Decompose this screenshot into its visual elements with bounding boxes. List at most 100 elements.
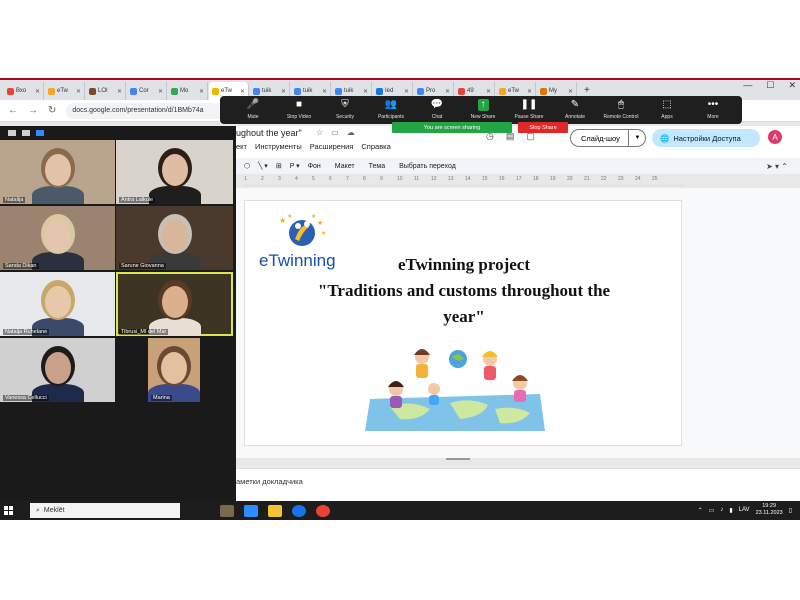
minimize-icon[interactable] bbox=[8, 130, 16, 136]
clock[interactable]: 19:29 23.11.2023 bbox=[756, 503, 783, 517]
participant-video-tile[interactable]: Vanessa Cellucci bbox=[0, 338, 115, 402]
browser-tab[interactable]: eTw ✕ bbox=[45, 82, 85, 100]
close-icon[interactable]: ✕ bbox=[240, 88, 245, 95]
speaker-view-icon[interactable] bbox=[36, 130, 44, 136]
participant-video-tile[interactable]: Tibrusi_MI del Mar bbox=[116, 272, 233, 336]
volume-icon[interactable]: ♪ bbox=[720, 507, 723, 513]
close-icon[interactable]: ✕ bbox=[445, 88, 450, 95]
slide[interactable]: ★ ★ ★ ★ ★ eTwinning eTwinning project "T… bbox=[244, 200, 682, 446]
forward-arrow-icon[interactable]: → bbox=[28, 105, 38, 116]
speaker-notes[interactable]: аметки докладчика bbox=[236, 468, 800, 501]
notes-resize-handle[interactable] bbox=[446, 458, 470, 460]
document-title[interactable]: ughout the year" bbox=[236, 128, 302, 138]
zoom-button-label: Participants bbox=[377, 114, 405, 120]
participant-video-tile[interactable]: Natalija bbox=[0, 140, 115, 204]
notification-icon[interactable]: ▯ bbox=[789, 507, 792, 514]
zoom-mute-button[interactable]: 🎤 Mute bbox=[230, 99, 276, 120]
close-icon[interactable]: ✕ bbox=[199, 88, 204, 95]
toolbar-button[interactable]: Фон bbox=[308, 163, 321, 170]
browser-tab[interactable]: Mo ✕ bbox=[168, 82, 208, 100]
line-icon[interactable]: ╲ ▾ bbox=[258, 162, 268, 170]
close-icon[interactable]: ✕ bbox=[281, 88, 286, 95]
zoom-stop-video-button[interactable]: ■ Stop Video bbox=[276, 99, 322, 120]
tab-favicon-icon bbox=[48, 87, 55, 95]
zoom-chat-button[interactable]: 💬 Chat bbox=[414, 99, 460, 120]
back-arrow-icon[interactable]: ← bbox=[8, 105, 18, 116]
chevron-up-icon[interactable]: ⌃ bbox=[698, 507, 703, 514]
chat-icon: 💬 bbox=[430, 99, 444, 110]
toolbar-button[interactable]: Макет bbox=[335, 163, 355, 170]
browser-tab[interactable]: LOI ✕ bbox=[86, 82, 126, 100]
close-icon[interactable]: ✕ bbox=[788, 80, 796, 91]
participant-video-tile[interactable]: Antra Lalkule bbox=[116, 140, 233, 204]
taskbar-search[interactable]: ⌕ Meklēt bbox=[30, 503, 180, 518]
close-icon[interactable]: ✕ bbox=[158, 88, 163, 95]
participant-video-tile[interactable]: Sanda Dikan bbox=[0, 206, 115, 270]
close-icon[interactable]: ✕ bbox=[486, 88, 491, 95]
minimize-icon[interactable]: — bbox=[743, 80, 752, 91]
close-icon[interactable]: ✕ bbox=[76, 88, 81, 95]
grid-view-icon[interactable] bbox=[22, 130, 30, 136]
tab-label: eTw bbox=[57, 88, 69, 94]
cloud-icon[interactable]: ☁ bbox=[347, 128, 355, 137]
close-icon[interactable]: ✕ bbox=[527, 88, 532, 95]
zoom-remote-control-button[interactable]: 🖱 Remote Control bbox=[598, 99, 644, 120]
zoom-security-button[interactable]: ⛨ Security bbox=[322, 99, 368, 120]
zoom-pause-share-button[interactable]: ❚❚ Pause Share bbox=[506, 99, 552, 120]
participant-video-tile[interactable]: Natalja Ruhelane bbox=[0, 272, 115, 336]
participant-video-tile[interactable]: Sarune Giovanna bbox=[116, 206, 233, 270]
system-tray: ⌃ ▭ ♪ ▮ LAV 19:29 23.11.2023 ▯ bbox=[698, 503, 792, 517]
folder-icon[interactable]: ▭ bbox=[331, 128, 339, 137]
zoom-participants-button[interactable]: 👥 Participants bbox=[368, 99, 414, 120]
browser-tab[interactable]: Cor ✕ bbox=[127, 82, 167, 100]
tab-favicon-icon bbox=[171, 87, 178, 95]
stop-video-icon: ■ bbox=[295, 99, 303, 110]
network-icon[interactable]: ▭ bbox=[709, 507, 715, 514]
screen: Вхо ✕ eTw ✕ LOI ✕ Cor ✕ Mo ✕ eTw ✕ tuik ✕ tuik ✕ tuik ✕ Ie… bbox=[0, 78, 800, 520]
participant-face bbox=[161, 286, 188, 318]
menu-item[interactable]: Справка bbox=[361, 142, 390, 151]
file-explorer-icon[interactable] bbox=[268, 504, 282, 517]
zoom-annotate-button[interactable]: ✎ Annotate bbox=[552, 99, 598, 120]
close-icon[interactable]: ✕ bbox=[404, 88, 409, 95]
paint-format-icon[interactable]: P ▾ bbox=[290, 162, 300, 170]
task-view-icon[interactable] bbox=[220, 504, 234, 517]
menu-item[interactable]: ект bbox=[236, 142, 247, 151]
zoom-more-button[interactable]: ••• More bbox=[690, 99, 736, 120]
gallery-view-controls[interactable] bbox=[8, 130, 44, 136]
reload-icon[interactable]: ↻ bbox=[48, 105, 56, 116]
start-button[interactable] bbox=[0, 501, 16, 520]
avatar[interactable]: A bbox=[768, 130, 782, 144]
browser-tab[interactable]: Вхо ✕ bbox=[4, 82, 44, 100]
close-icon[interactable]: ✕ bbox=[363, 88, 368, 95]
stop-share-button[interactable]: Stop Share bbox=[518, 122, 568, 133]
menu-item[interactable]: Инструменты bbox=[255, 142, 302, 151]
tab-favicon-icon bbox=[7, 87, 14, 95]
toolbar-button[interactable]: Тема bbox=[369, 163, 385, 170]
title-icons: ☆ ▭ ☁ bbox=[316, 128, 355, 137]
close-icon[interactable]: ✕ bbox=[117, 88, 122, 95]
edge-icon[interactable] bbox=[292, 504, 306, 517]
zoom-button-label: Apps bbox=[661, 114, 673, 120]
participant-face bbox=[44, 352, 71, 384]
url-input[interactable]: docs.google.com/presentation/d/1BMb74a bbox=[66, 102, 237, 119]
battery-icon[interactable]: ▮ bbox=[729, 507, 732, 514]
pointer-icon[interactable]: ➤ ▾ ⌃ bbox=[766, 162, 788, 171]
share-access-button[interactable]: 🌐 Настройки Доступа bbox=[652, 129, 760, 147]
maximize-icon[interactable]: ☐ bbox=[766, 80, 774, 91]
zoom-app-icon[interactable] bbox=[244, 504, 258, 517]
toolbar-button[interactable]: Выбрать переход bbox=[399, 163, 456, 170]
close-icon[interactable]: ✕ bbox=[35, 88, 40, 95]
chevron-down-icon[interactable]: ▼ bbox=[628, 129, 646, 147]
close-icon[interactable]: ✕ bbox=[568, 88, 573, 95]
participant-video-tile[interactable]: Marina bbox=[148, 338, 200, 402]
comment-add-icon[interactable]: ⊞ bbox=[276, 162, 282, 170]
shape-icon[interactable]: ⬡ bbox=[244, 162, 250, 170]
close-icon[interactable]: ✕ bbox=[322, 88, 327, 95]
language-indicator[interactable]: LAV bbox=[739, 507, 750, 513]
zoom-new-share-button[interactable]: ↑ New Share bbox=[460, 99, 506, 120]
menu-item[interactable]: Расширения bbox=[310, 142, 354, 151]
chrome-icon[interactable] bbox=[316, 504, 330, 517]
zoom-apps-button[interactable]: ⬚ Apps bbox=[644, 99, 690, 120]
star-icon[interactable]: ☆ bbox=[316, 128, 323, 137]
